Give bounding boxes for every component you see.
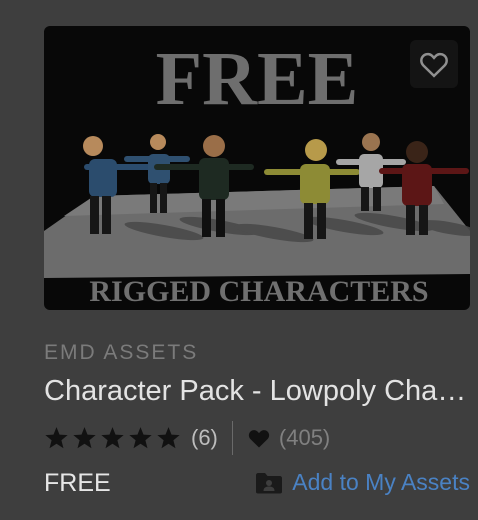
star-icon	[129, 427, 152, 449]
rating-row: (6) (405)	[44, 421, 470, 455]
asset-title[interactable]: Character Pack - Lowpoly Characters	[44, 374, 470, 408]
favorites-count: (405)	[278, 425, 331, 450]
add-to-my-assets-link[interactable]: Add to My Assets	[255, 469, 470, 496]
star-icon	[101, 427, 124, 449]
thumbnail-caption: RIGGED CHARACTERS	[89, 275, 428, 308]
heart-outline-icon	[420, 52, 448, 78]
asset-thumbnail[interactable]: FREE RIGGED CHARACTERS	[44, 26, 470, 310]
thumbnail-headline: FREE	[156, 37, 359, 121]
star-icon	[157, 427, 180, 449]
rating-count: (6)	[191, 425, 218, 450]
star-rating	[44, 426, 184, 450]
add-to-my-assets-label: Add to My Assets	[292, 469, 470, 495]
publisher-name[interactable]: EMD ASSETS	[44, 341, 470, 365]
divider	[231, 421, 233, 455]
thumbnail-image: FREE RIGGED CHARACTERS	[44, 37, 470, 308]
folder-user-icon	[256, 472, 283, 493]
star-icon	[73, 427, 96, 449]
favorite-button[interactable]	[410, 40, 458, 88]
price: FREE	[44, 469, 111, 497]
heart-icon	[248, 430, 270, 448]
star-icon	[45, 427, 68, 449]
